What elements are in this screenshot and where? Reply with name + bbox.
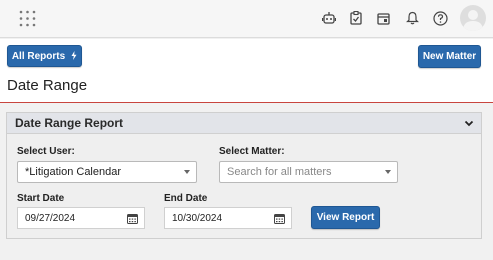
view-report-button[interactable]: View Report <box>311 206 380 229</box>
calendar-icon[interactable] <box>274 213 285 224</box>
date-range-report-panel: Date Range Report Select User: *Litigati… <box>6 112 482 239</box>
select-user-dropdown[interactable]: *Litigation Calendar <box>17 161 197 183</box>
select-matter-label: Select Matter: <box>219 146 285 157</box>
user-avatar-icon[interactable] <box>460 5 486 31</box>
calendar-icon[interactable] <box>127 213 138 224</box>
bell-icon[interactable] <box>403 9 421 27</box>
chevron-down-icon[interactable] <box>463 117 475 129</box>
select-matter-dropdown[interactable]: Search for all matters <box>219 161 398 183</box>
caret-down-icon <box>385 170 391 174</box>
start-date-input[interactable]: 09/27/2024 <box>17 207 145 229</box>
page-title: Date Range <box>7 77 88 94</box>
end-date-label: End Date <box>164 193 208 204</box>
all-reports-label: All Reports <box>11 50 66 62</box>
select-user-value: *Litigation Calendar <box>25 166 122 178</box>
start-date-label: Start Date <box>17 193 65 204</box>
start-date-value: 09/27/2024 <box>25 212 76 224</box>
select-matter-placeholder: Search for all matters <box>227 166 332 178</box>
robot-icon[interactable] <box>320 9 338 27</box>
new-matter-button[interactable]: New Matter <box>418 45 481 68</box>
all-reports-button[interactable]: All Reports <box>7 45 82 67</box>
calendar-note-icon[interactable] <box>374 9 392 27</box>
caret-down-icon <box>184 170 190 174</box>
end-date-input[interactable]: 10/30/2024 <box>164 207 292 229</box>
help-icon[interactable] <box>431 9 449 27</box>
page-header: All Reports New Matter Date Range <box>0 39 493 103</box>
panel-header[interactable]: Date Range Report <box>7 113 481 134</box>
top-navigation-bar <box>0 0 493 38</box>
bolt-icon <box>71 50 77 62</box>
end-date-value: 10/30/2024 <box>172 212 223 224</box>
panel-title: Date Range Report <box>15 116 124 130</box>
clipboard-check-icon[interactable] <box>347 9 365 27</box>
select-user-label: Select User: <box>17 146 75 157</box>
apps-grid-icon[interactable] <box>19 10 36 27</box>
